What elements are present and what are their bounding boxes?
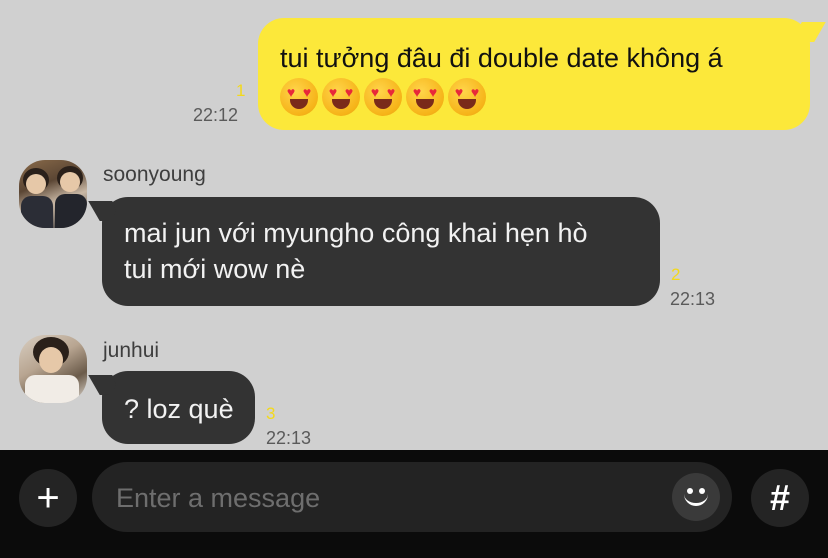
message-field[interactable] <box>92 462 732 532</box>
heart-eyes-emoji-icon: ♥ ♥ <box>322 78 360 116</box>
message-time: 22:12 <box>193 105 239 125</box>
heart-eyes-emoji-icon: ♥ ♥ <box>406 78 444 116</box>
incoming-message-text: ? loz què <box>124 394 234 424</box>
incoming-message-bubble[interactable]: mai jun với myungho công khai hẹn hò tui… <box>102 197 660 306</box>
unread-count: 2 <box>671 265 681 284</box>
chat-area[interactable]: tui tưởng đâu đi double date không á ♥ ♥ … <box>0 0 828 450</box>
smiley-icon-mouth <box>684 489 708 506</box>
outgoing-message-bubble[interactable]: tui tưởng đâu đi double date không á ♥ ♥ … <box>258 18 810 130</box>
unread-count: 3 <box>266 404 276 423</box>
add-attachment-button[interactable]: + <box>19 469 77 527</box>
emoji-row: ♥ ♥ ♥ ♥ ♥ ♥ ♥ ♥ ♥ ♥ <box>280 78 786 116</box>
sender-name: junhui <box>103 339 160 362</box>
message-input-bar: + # <box>0 450 828 558</box>
incoming-message-text: tui mới wow nè <box>124 254 306 284</box>
unread-count: 1 <box>236 81 246 100</box>
heart-eyes-emoji-icon: ♥ ♥ <box>364 78 402 116</box>
message-input[interactable] <box>114 476 658 520</box>
heart-eyes-emoji-icon: ♥ ♥ <box>448 78 486 116</box>
avatar[interactable] <box>19 160 87 228</box>
plus-icon: + <box>36 475 60 520</box>
incoming-message-bubble[interactable]: ? loz què <box>102 371 255 444</box>
incoming-message-text: mai jun với myungho công khai hẹn hò <box>124 218 588 248</box>
hash-icon: # <box>769 477 791 518</box>
emoji-button[interactable] <box>672 473 720 521</box>
message-time: 22:13 <box>266 428 312 448</box>
hashtag-search-button[interactable]: # <box>751 469 809 527</box>
heart-eyes-emoji-icon: ♥ ♥ <box>280 78 318 116</box>
avatar[interactable] <box>19 335 87 403</box>
sender-name: soonyoung <box>103 163 206 186</box>
outgoing-message-text: tui tưởng đâu đi double date không á <box>280 43 723 73</box>
message-time: 22:13 <box>670 289 716 309</box>
